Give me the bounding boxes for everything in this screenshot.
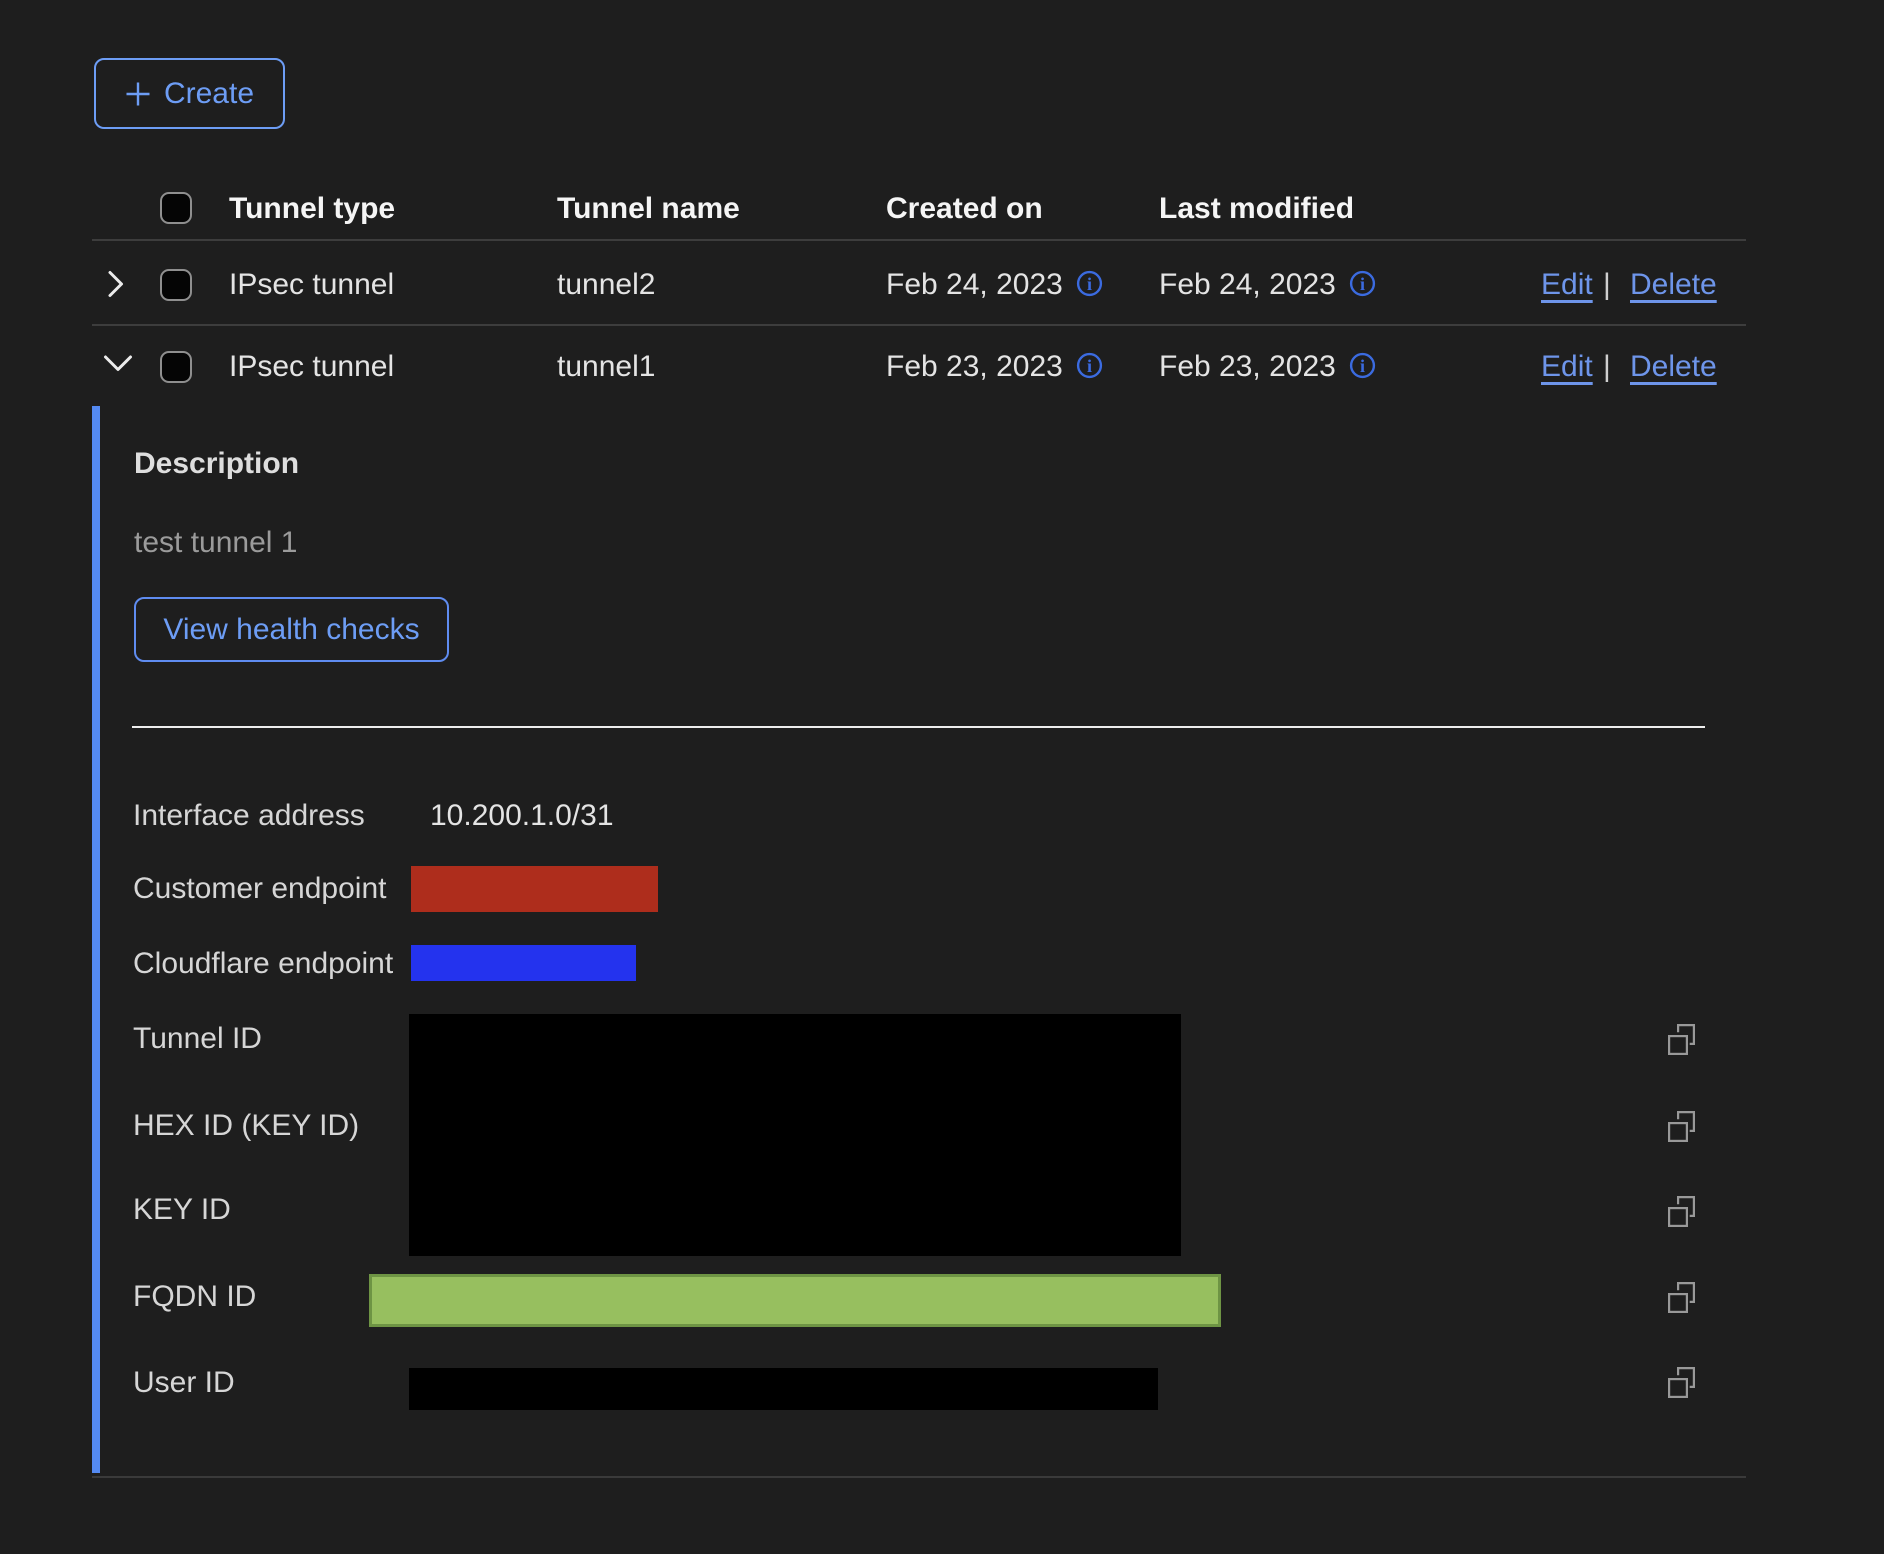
svg-text:i: i xyxy=(1087,356,1092,376)
svg-text:i: i xyxy=(1360,356,1365,376)
svg-text:i: i xyxy=(1360,274,1365,294)
svg-text:i: i xyxy=(1087,274,1092,294)
